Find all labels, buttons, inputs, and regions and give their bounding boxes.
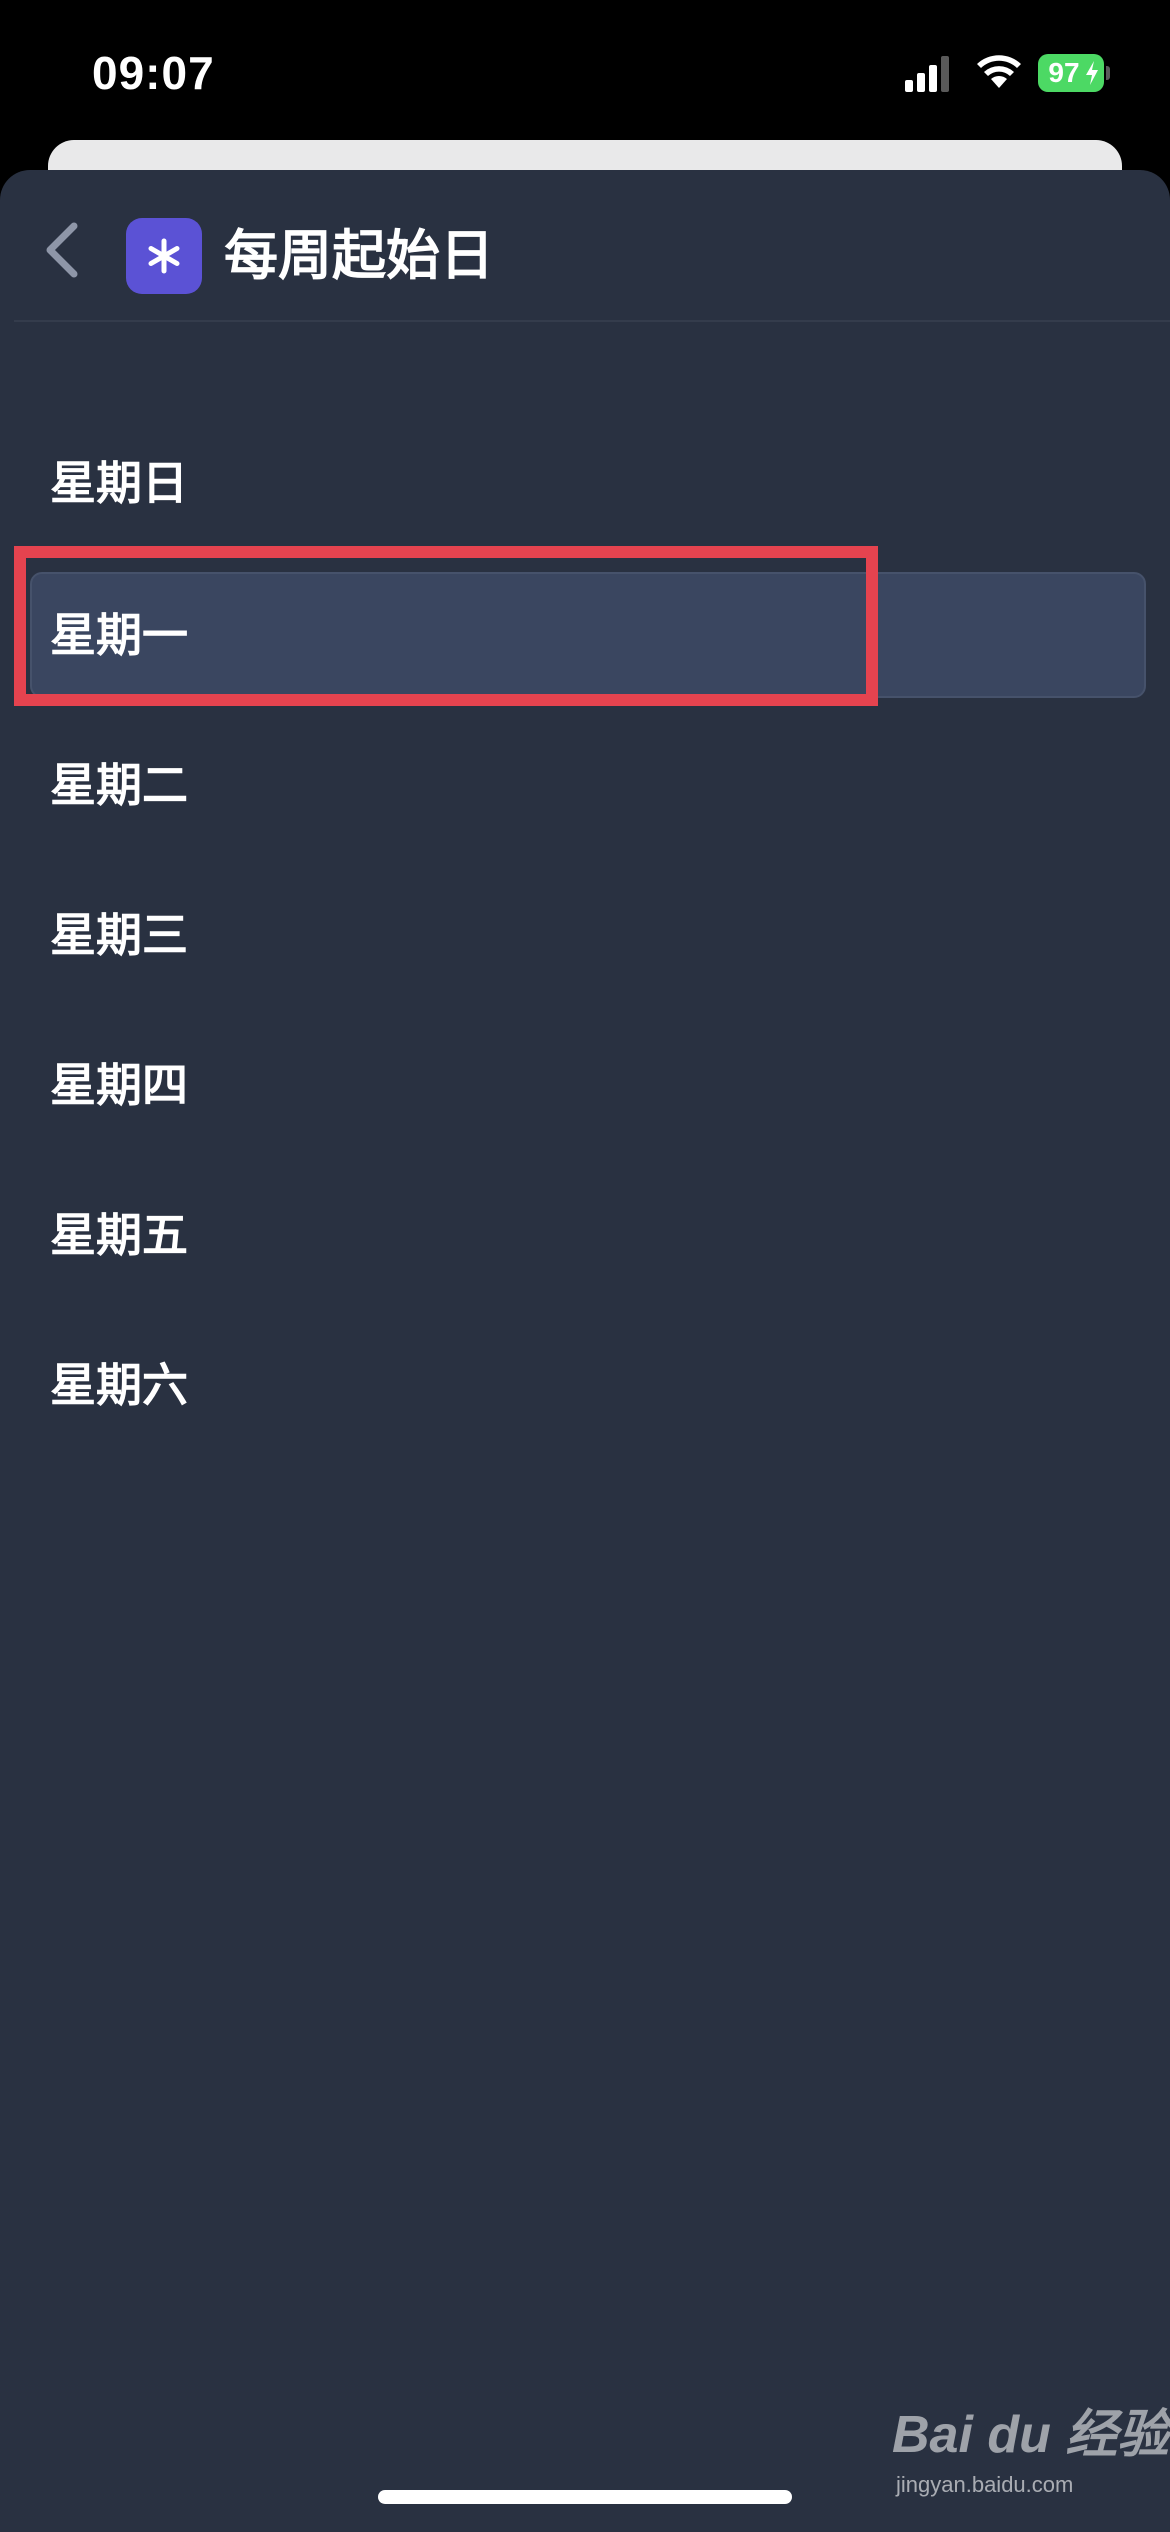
watermark-logo: Bai du 经验 bbox=[892, 2406, 1170, 2464]
option-label: 星期五 bbox=[50, 1208, 188, 1262]
watermark-url: jingyan.baidu.com bbox=[896, 2472, 1074, 2497]
option-label: 星期三 bbox=[50, 908, 188, 962]
option-wednesday[interactable]: 星期三 bbox=[30, 872, 1146, 998]
option-tuesday[interactable]: 星期二 bbox=[30, 722, 1146, 848]
home-indicator[interactable] bbox=[378, 2490, 792, 2504]
phone-screen: 09:07 97 每周起始日 星期日 星期一 星期二 星期三 星期四 星期五 星… bbox=[0, 0, 1170, 2532]
asterisk-icon bbox=[148, 238, 180, 274]
chevron-left-icon[interactable] bbox=[36, 220, 96, 280]
status-time: 09:07 bbox=[92, 47, 215, 99]
charging-bolt-icon bbox=[1086, 61, 1098, 85]
option-thursday[interactable]: 星期四 bbox=[30, 1022, 1146, 1148]
status-bar: 09:07 97 bbox=[0, 0, 1170, 150]
navigation-bar: 每周起始日 bbox=[0, 170, 1170, 320]
option-label: 星期六 bbox=[50, 1358, 188, 1412]
signal-icon bbox=[905, 56, 949, 92]
battery-level: 97 bbox=[1048, 57, 1080, 88]
divider bbox=[14, 320, 1170, 322]
option-friday[interactable]: 星期五 bbox=[30, 1172, 1146, 1298]
watermark: Bai du 经验 jingyan.baidu.com bbox=[892, 2404, 1169, 2504]
option-label: 星期日 bbox=[50, 456, 188, 510]
page-title: 每周起始日 bbox=[224, 224, 494, 287]
settings-sheet: 每周起始日 星期日 星期一 星期二 星期三 星期四 星期五 星期六 bbox=[0, 170, 1170, 2532]
wifi-icon bbox=[977, 55, 1021, 88]
app-icon bbox=[126, 218, 202, 294]
option-label: 星期二 bbox=[50, 758, 188, 812]
option-label: 星期四 bbox=[50, 1058, 188, 1112]
highlight-annotation bbox=[14, 546, 878, 706]
option-saturday[interactable]: 星期六 bbox=[30, 1322, 1146, 1448]
battery-icon: 97 bbox=[1038, 54, 1110, 92]
option-sunday[interactable]: 星期日 bbox=[30, 420, 1146, 546]
